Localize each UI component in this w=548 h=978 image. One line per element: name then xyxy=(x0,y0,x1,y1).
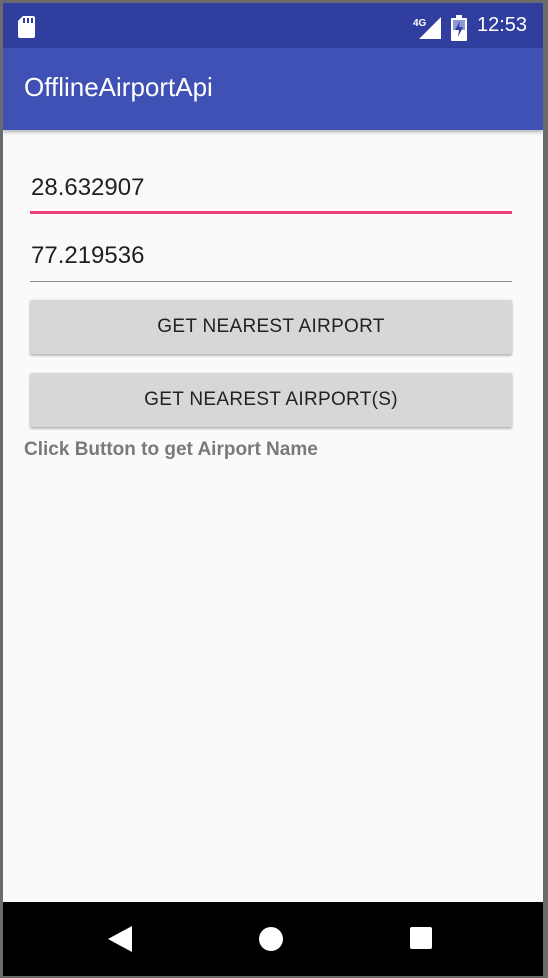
latitude-input[interactable] xyxy=(30,166,513,210)
sd-card-icon xyxy=(18,16,35,38)
app-bar: OfflineAirportApi xyxy=(3,48,543,130)
longitude-input[interactable] xyxy=(30,234,513,278)
app-title: OfflineAirportApi xyxy=(24,72,213,102)
phone-screen: 4G 12:53 OfflineAirportApi GET NEAREST A… xyxy=(3,3,543,976)
signal-icon: 4G xyxy=(413,17,441,39)
home-icon[interactable] xyxy=(259,927,283,951)
longitude-underline xyxy=(30,281,512,282)
network-type-label: 4G xyxy=(413,18,427,29)
status-bar: 4G 12:53 xyxy=(3,3,543,48)
latitude-underline xyxy=(30,211,512,214)
back-icon[interactable] xyxy=(108,926,132,952)
latitude-field[interactable] xyxy=(30,166,513,214)
battery-charging-icon xyxy=(451,15,467,41)
recents-icon[interactable] xyxy=(410,927,432,949)
get-nearest-airports-button[interactable]: GET NEAREST AIRPORT(S) xyxy=(30,373,512,427)
result-text: Click Button to get Airport Name xyxy=(24,439,318,460)
longitude-field[interactable] xyxy=(30,234,513,282)
status-time: 12:53 xyxy=(477,14,528,36)
navigation-bar xyxy=(3,902,543,976)
get-nearest-airport-button[interactable]: GET NEAREST AIRPORT xyxy=(30,300,512,354)
